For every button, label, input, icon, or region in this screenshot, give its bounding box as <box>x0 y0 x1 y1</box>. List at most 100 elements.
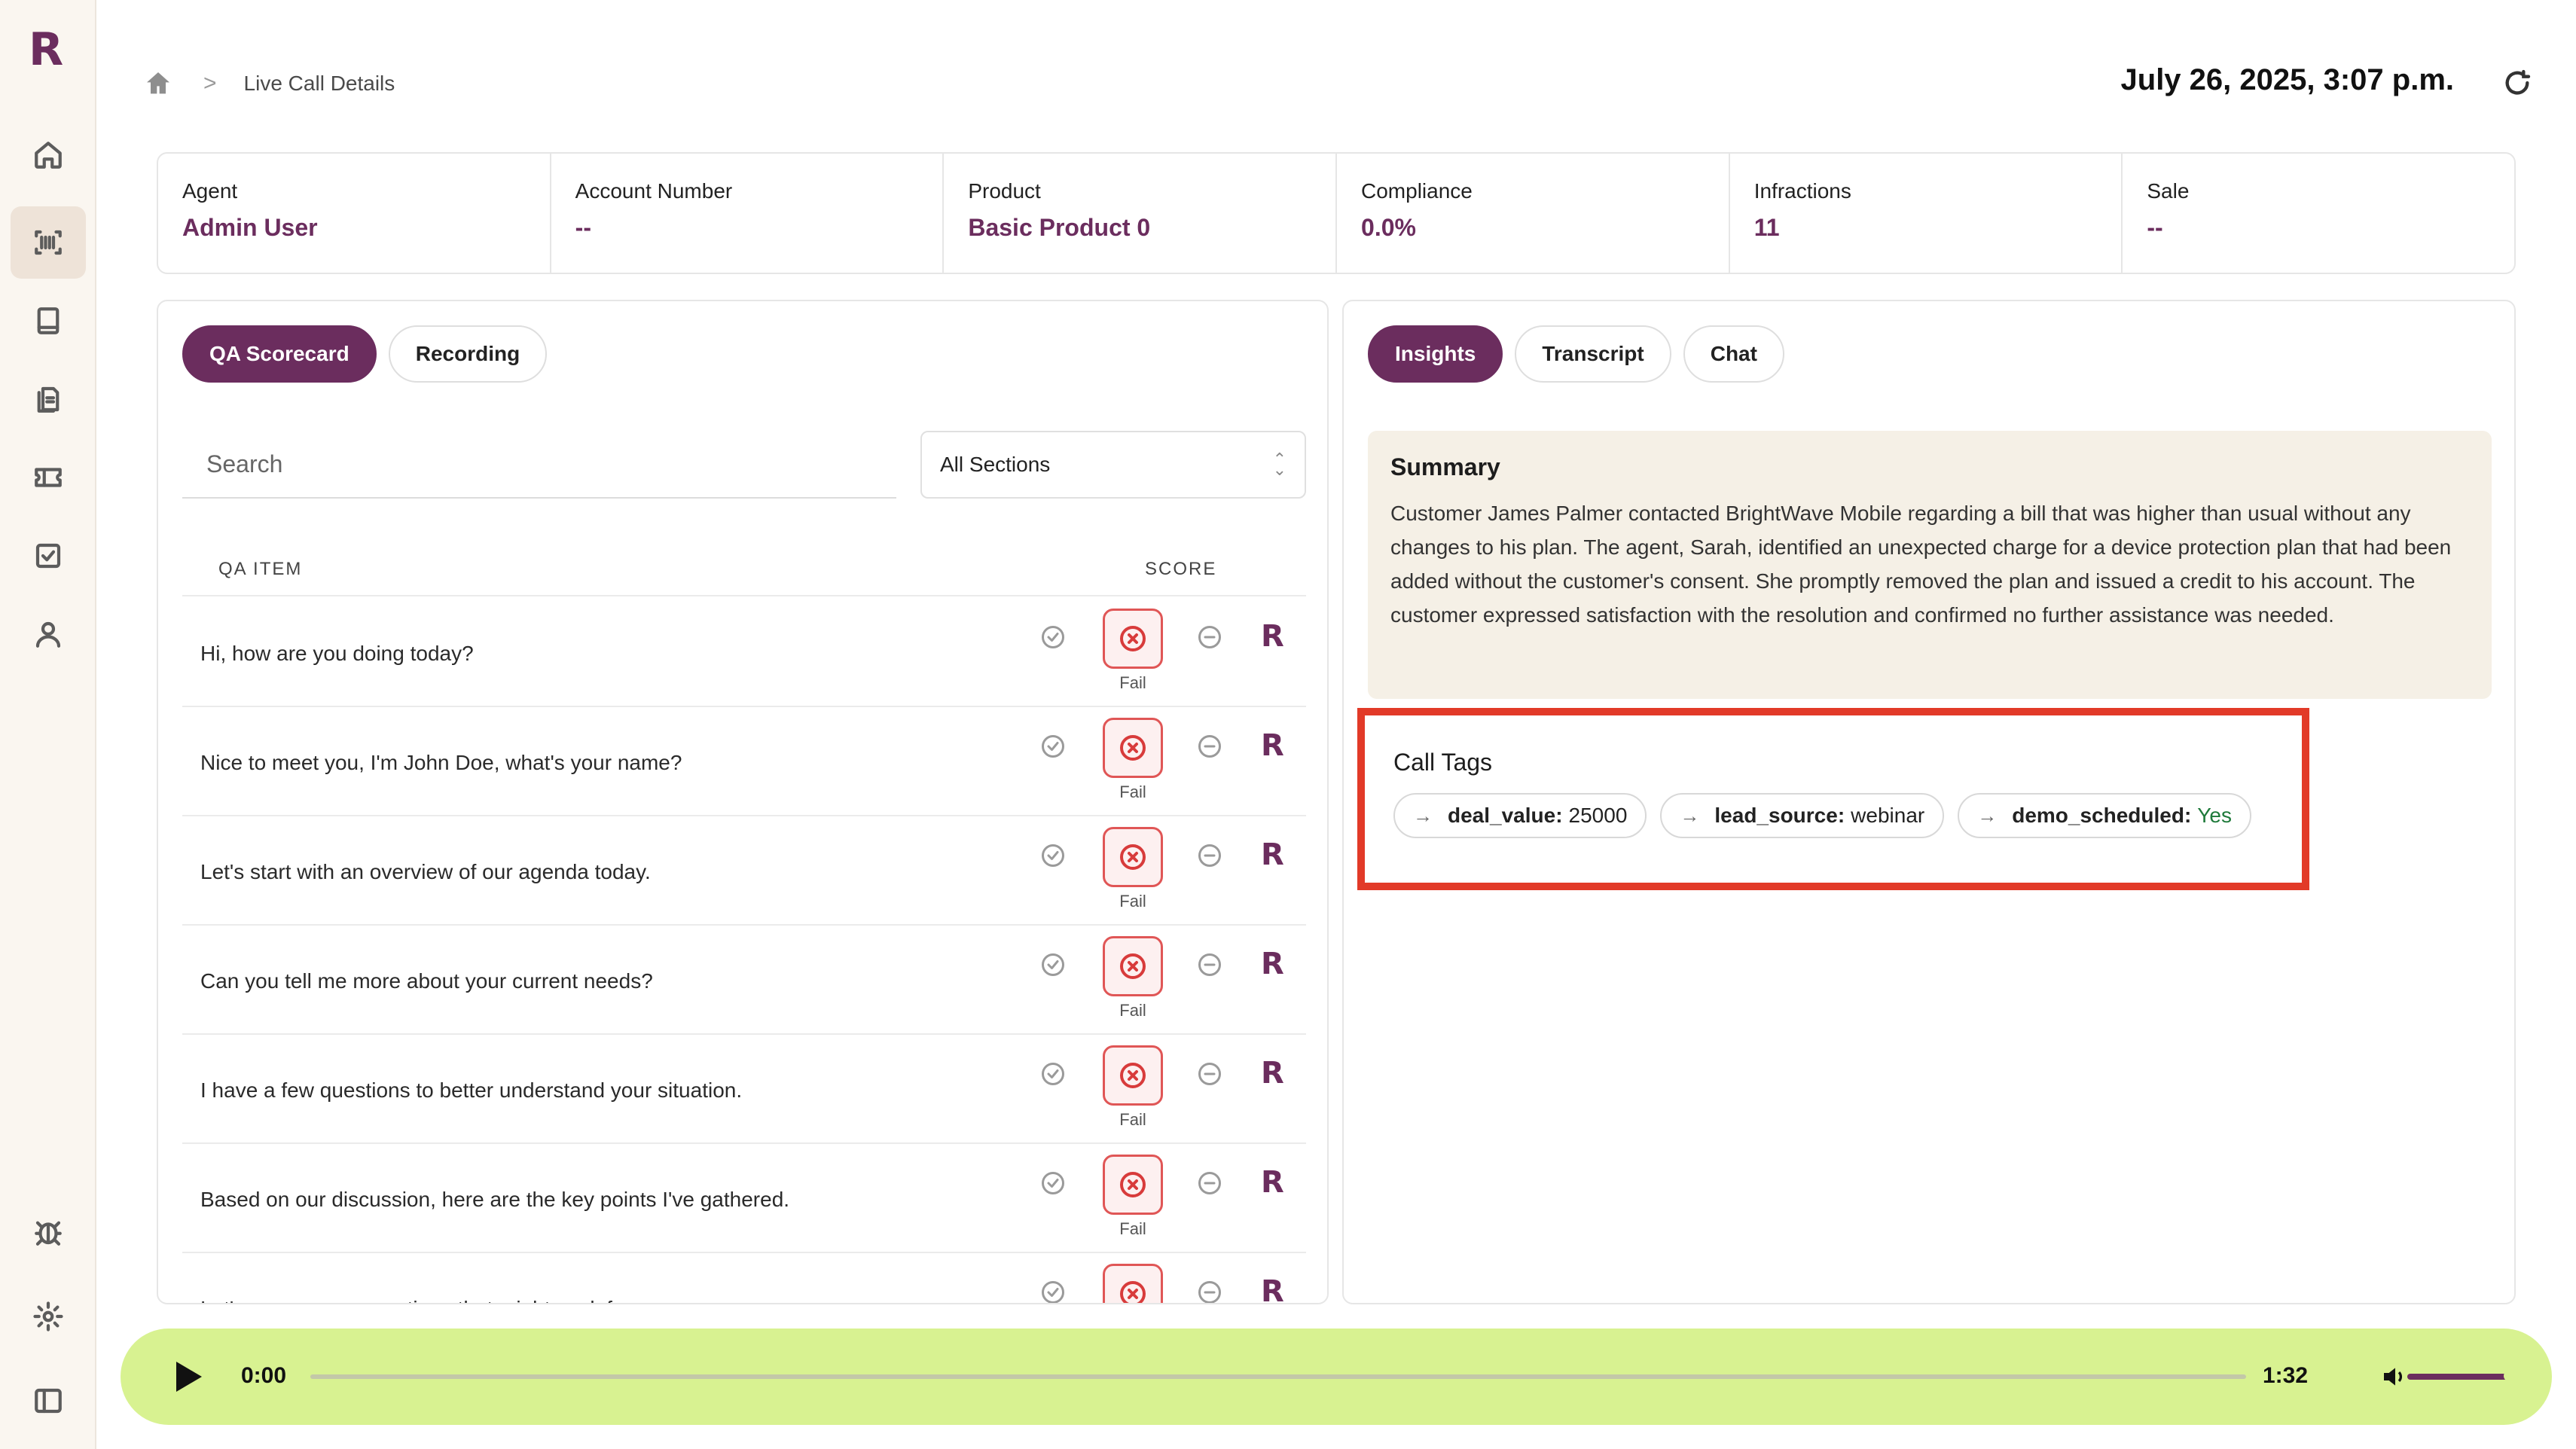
reviewer-mark[interactable]: R <box>1261 728 1284 763</box>
qa-row: Can you tell me more about your current … <box>182 926 1306 1035</box>
qa-row: Let's start with an overview of our agen… <box>182 816 1306 926</box>
chevron-up-down-icon: ⌃ ⌄ <box>1272 450 1286 479</box>
home-icon[interactable] <box>27 134 69 176</box>
tab-transcript[interactable]: Transcript <box>1515 325 1671 383</box>
stat-label: Agent <box>182 179 238 203</box>
fail-button[interactable] <box>1103 609 1163 669</box>
summary-card: Summary Customer James Palmer contacted … <box>1368 431 2492 699</box>
fail-label: Fail <box>1119 1110 1146 1129</box>
fail-button[interactable] <box>1103 936 1163 996</box>
pass-check-icon[interactable] <box>1039 1060 1067 1088</box>
call-tag[interactable]: → demo_scheduled: Yes <box>1958 793 2251 838</box>
arrow-right-icon: → <box>1680 804 1700 827</box>
section-select[interactable]: All Sections ⌃ ⌄ <box>920 431 1306 499</box>
right-tabs: Insights Transcript Chat <box>1368 325 1784 383</box>
call-tag[interactable]: → deal_value: 25000 <box>1393 793 1647 838</box>
breadcrumb-current: Live Call Details <box>243 72 395 95</box>
fail-x-icon <box>1120 1281 1146 1303</box>
stat-label: Sale <box>2147 179 2190 203</box>
tab-qa-scorecard[interactable]: QA Scorecard <box>182 325 377 383</box>
reviewer-mark[interactable]: R <box>1261 947 1284 981</box>
reviewer-mark[interactable]: R <box>1261 837 1284 872</box>
pass-check-icon[interactable] <box>1039 951 1067 978</box>
volume-slider[interactable] <box>2407 1374 2508 1380</box>
not-applicable-icon[interactable] <box>1196 1170 1223 1197</box>
not-applicable-icon[interactable] <box>1196 842 1223 869</box>
pass-check-icon[interactable] <box>1039 842 1067 869</box>
stat-value: 11 <box>1753 214 1780 241</box>
tab-recording[interactable]: Recording <box>388 325 548 383</box>
fail-button[interactable] <box>1103 1155 1163 1215</box>
stat-compliance: Compliance 0.0% <box>1337 154 1730 273</box>
search-field <box>182 431 896 499</box>
documents-icon[interactable] <box>27 378 69 420</box>
column-qa-item: QA ITEM <box>218 559 303 579</box>
stat-account-number: Account Number -- <box>551 154 945 273</box>
play-icon[interactable] <box>173 1360 203 1393</box>
not-applicable-icon[interactable] <box>1196 733 1223 760</box>
fail-x-icon <box>1120 735 1146 761</box>
qa-question: Let's start with an overview of our agen… <box>200 860 651 883</box>
duration: 1:32 <box>2263 1363 2309 1388</box>
fail-label: Fail <box>1119 782 1146 801</box>
reviewer-mark[interactable]: R <box>1261 1274 1284 1303</box>
ticket-icon[interactable] <box>27 456 69 499</box>
reviewer-mark[interactable]: R <box>1261 1165 1284 1200</box>
volume-icon[interactable] <box>2380 1362 2410 1392</box>
column-score: SCORE <box>1145 559 1217 579</box>
not-applicable-icon[interactable] <box>1196 951 1223 978</box>
search-input[interactable] <box>206 450 872 478</box>
user-icon[interactable] <box>27 613 69 655</box>
fail-label: Fail <box>1119 892 1146 911</box>
qa-question: Can you tell me more about your current … <box>200 969 653 993</box>
fail-button[interactable] <box>1103 827 1163 887</box>
reviewer-mark[interactable]: R <box>1261 1056 1284 1091</box>
qa-table-header: QA ITEM SCORE <box>182 542 1306 596</box>
pass-check-icon[interactable] <box>1039 624 1067 651</box>
pass-check-icon[interactable] <box>1039 1170 1067 1197</box>
reviewer-mark[interactable]: R <box>1261 619 1284 654</box>
qa-row: Nice to meet you, I'm John Doe, what's y… <box>182 707 1306 816</box>
sidebar: R <box>0 0 96 1449</box>
call-tag-key: deal_value: <box>1448 804 1563 827</box>
stat-label: Account Number <box>575 179 733 203</box>
not-applicable-icon[interactable] <box>1196 624 1223 651</box>
insights-panel: Insights Transcript Chat Summary Custome… <box>1342 300 2516 1304</box>
qa-row: I have a few questions to better underst… <box>182 1035 1306 1144</box>
pass-check-icon[interactable] <box>1039 733 1067 760</box>
fail-button[interactable] <box>1103 718 1163 778</box>
tab-chat[interactable]: Chat <box>1683 325 1784 383</box>
fail-button[interactable] <box>1103 1045 1163 1106</box>
breadcrumb: > Live Call Details <box>143 65 395 102</box>
pass-check-icon[interactable] <box>1039 1279 1067 1303</box>
volume-slider-handle[interactable] <box>2504 1371 2514 1381</box>
not-applicable-icon[interactable] <box>1196 1279 1223 1303</box>
fail-button[interactable] <box>1103 1264 1163 1303</box>
book-icon[interactable] <box>27 300 69 342</box>
arrow-right-icon: → <box>1413 804 1433 827</box>
call-tag-value: 25000 <box>1568 804 1628 827</box>
qa-list: Hi, how are you doing today? Fail R Nice to… <box>182 598 1306 1303</box>
fail-x-icon <box>1120 626 1146 651</box>
call-tag[interactable]: → lead_source: webinar <box>1660 793 1945 838</box>
not-applicable-icon[interactable] <box>1196 1060 1223 1088</box>
app-logo[interactable]: R <box>29 27 63 72</box>
stat-sale: Sale -- <box>2123 154 2514 273</box>
bug-icon[interactable] <box>27 1211 69 1253</box>
home-icon[interactable] <box>143 69 173 99</box>
gear-icon[interactable] <box>27 1295 69 1338</box>
sidebar-toggle-icon[interactable] <box>27 1380 69 1422</box>
left-tabs: QA Scorecard Recording <box>182 325 548 383</box>
checkbox-icon[interactable] <box>27 535 69 577</box>
tab-insights[interactable]: Insights <box>1368 325 1503 383</box>
call-datetime: July 26, 2025, 3:07 p.m. <box>2120 63 2454 96</box>
qa-question: I have a few questions to better underst… <box>200 1078 743 1102</box>
qa-row: Let's go over some options that might wo… <box>182 1253 1306 1303</box>
arrow-right-icon: → <box>1977 804 1998 827</box>
fail-x-icon <box>1120 953 1146 979</box>
refresh-icon[interactable] <box>2502 68 2532 98</box>
barcode-scan-icon[interactable] <box>11 206 86 279</box>
seek-bar[interactable] <box>310 1374 2246 1379</box>
qa-question: Based on our discussion, here are the ke… <box>200 1188 790 1211</box>
stat-agent: Agent Admin User <box>158 154 551 273</box>
